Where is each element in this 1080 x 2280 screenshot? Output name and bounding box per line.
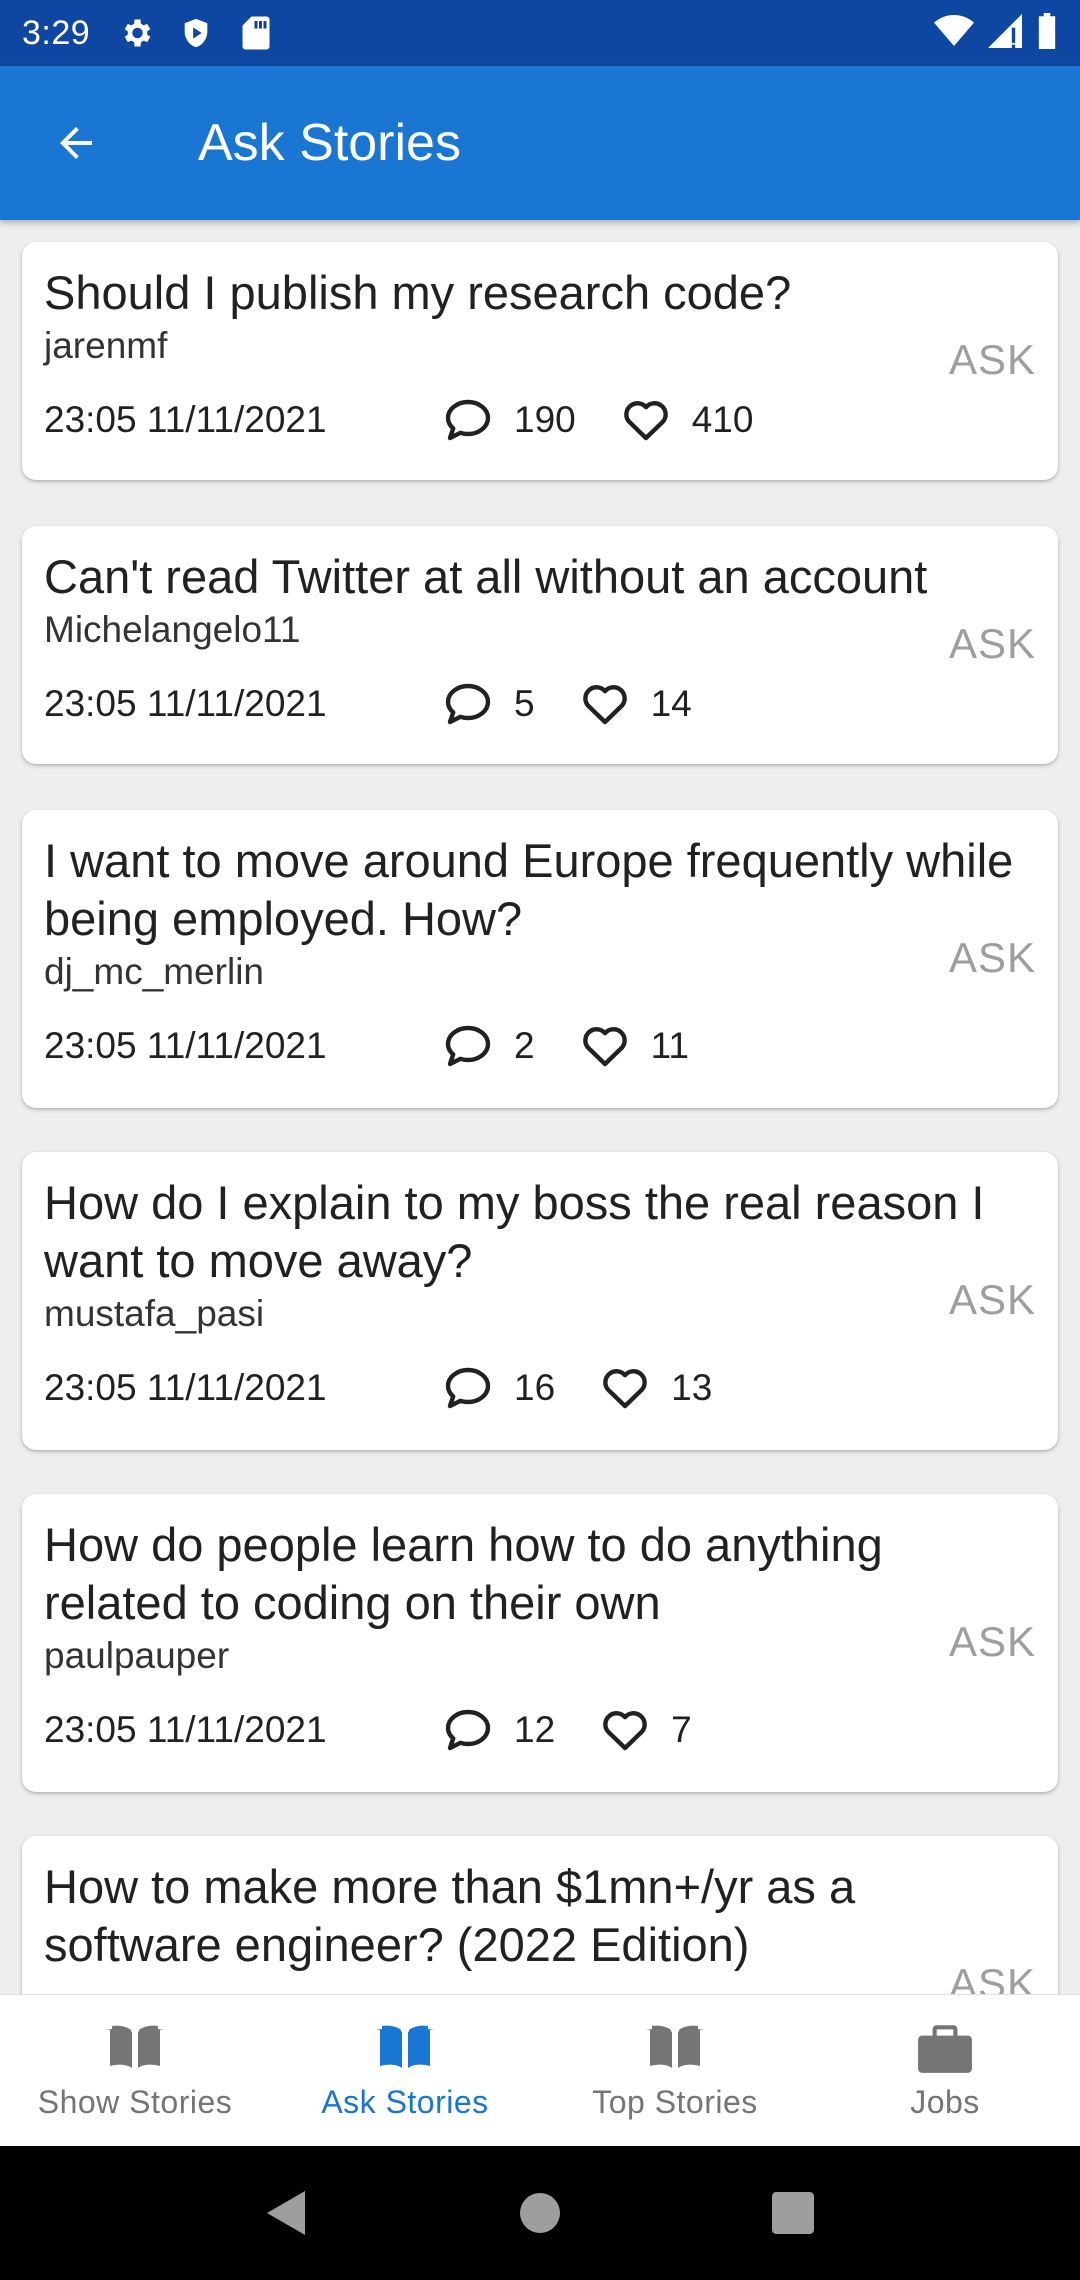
app-bar: Ask Stories	[0, 66, 1080, 220]
story-title: How do I explain to my boss the real rea…	[44, 1176, 985, 1287]
comment-icon	[444, 1022, 492, 1070]
comment-icon	[444, 1364, 492, 1412]
story-author: jarenmf	[44, 325, 168, 366]
story-meta: 23:05 11/11/2021 16 13	[44, 1364, 1036, 1412]
book-icon	[373, 2020, 437, 2076]
nav-label: Jobs	[910, 2084, 980, 2120]
comment-icon	[444, 680, 492, 728]
signal-icon	[988, 13, 1022, 53]
comment-count: 190	[514, 399, 576, 440]
comment-count: 16	[514, 1367, 556, 1408]
comment-icon	[444, 396, 492, 444]
story-title: Should I publish my research code?	[44, 266, 792, 319]
story-title: I want to move around Europe frequently …	[44, 834, 1014, 945]
story-tag: ASK	[948, 620, 1036, 667]
shield-icon	[176, 13, 216, 53]
story-tag: ASK	[948, 1618, 1036, 1665]
story-meta: 23:05 11/11/2021 2 11	[44, 1022, 1036, 1070]
arrow-back-icon	[60, 127, 92, 159]
like-count: 410	[691, 399, 754, 440]
nav-item-show-stories[interactable]: Show Stories	[0, 1995, 270, 2146]
heart-icon	[581, 1022, 629, 1070]
system-home-icon[interactable]	[510, 2183, 570, 2243]
wifi-icon	[934, 14, 974, 53]
comment-count: 2	[514, 1025, 535, 1066]
nav-item-top-stories[interactable]: Top Stories	[540, 1995, 810, 2146]
bottom-navigation: Show Stories Ask Stories Top Stories Job…	[0, 1994, 1080, 2146]
comment-icon	[444, 1706, 492, 1754]
back-button[interactable]	[28, 95, 124, 191]
system-back-icon[interactable]	[257, 2183, 317, 2243]
nav-label: Ask Stories	[321, 2084, 489, 2120]
story-time: 23:05 11/11/2021	[44, 1025, 327, 1066]
heart-icon	[581, 680, 629, 728]
like-count: 14	[650, 683, 692, 724]
story-time: 23:05 11/11/2021	[44, 683, 327, 724]
story-title: How to make more than $1mn+/yr as a soft…	[44, 1860, 856, 1971]
story-time: 23:05 11/11/2021	[44, 1367, 327, 1408]
story-author: mustafa_pasi	[44, 1293, 265, 1334]
nav-item-ask-stories[interactable]: Ask Stories	[270, 1995, 540, 2146]
status-bar: 3:29	[0, 0, 1080, 66]
story-title: Can't read Twitter at all without an acc…	[44, 550, 928, 603]
story-author: paulpauper	[44, 1635, 230, 1676]
system-recents-icon[interactable]	[763, 2183, 823, 2243]
story-card[interactable]: How do people learn how to do anything r…	[22, 1494, 1058, 1792]
story-card[interactable]: I want to move around Europe frequently …	[22, 810, 1058, 1108]
story-tag: ASK	[948, 1276, 1036, 1323]
comment-count: 5	[514, 683, 535, 724]
nav-label: Top Stories	[592, 2084, 758, 2120]
book-icon	[103, 2020, 167, 2076]
story-tag: ASK	[948, 336, 1036, 383]
story-meta: 23:05 11/11/2021 190 410	[44, 396, 1036, 444]
story-card[interactable]: How do I explain to my boss the real rea…	[22, 1152, 1058, 1450]
book-icon	[643, 2020, 707, 2076]
heart-icon	[601, 1706, 649, 1754]
story-tag: ASK	[948, 934, 1036, 981]
story-card[interactable]: Can't read Twitter at all without an acc…	[22, 526, 1058, 764]
story-time: 23:05 11/11/2021	[44, 399, 327, 440]
heart-icon	[601, 1364, 649, 1412]
nav-item-jobs[interactable]: Jobs	[810, 1995, 1080, 2146]
story-list[interactable]: Should I publish my research code? jaren…	[0, 220, 1080, 1994]
story-tag: ASK	[948, 1960, 1036, 1994]
system-navigation-bar	[0, 2146, 1080, 2280]
story-author: dj_mc_merlin	[44, 951, 265, 992]
page-title: Ask Stories	[198, 114, 461, 172]
settings-icon	[116, 13, 156, 53]
like-count: 11	[650, 1025, 689, 1066]
story-title: How do people learn how to do anything r…	[44, 1518, 883, 1629]
comment-count: 12	[514, 1709, 556, 1750]
story-card[interactable]: Should I publish my research code? jaren…	[22, 242, 1058, 480]
like-count: 7	[671, 1709, 692, 1750]
nav-label: Show Stories	[37, 2084, 233, 2120]
briefcase-icon	[913, 2020, 977, 2076]
story-author: Michelangelo11	[44, 609, 301, 650]
story-card[interactable]: How to make more than $1mn+/yr as a soft…	[22, 1836, 1058, 1994]
like-count: 13	[671, 1367, 713, 1408]
sd-card-icon	[236, 13, 276, 53]
story-time: 23:05 11/11/2021	[44, 1709, 327, 1750]
story-meta: 23:05 11/11/2021 12 7	[44, 1706, 1036, 1754]
heart-icon	[622, 396, 670, 444]
story-meta: 23:05 11/11/2021 5 14	[44, 680, 1036, 728]
battery-icon	[1036, 12, 1058, 54]
status-time: 3:29	[22, 13, 91, 52]
